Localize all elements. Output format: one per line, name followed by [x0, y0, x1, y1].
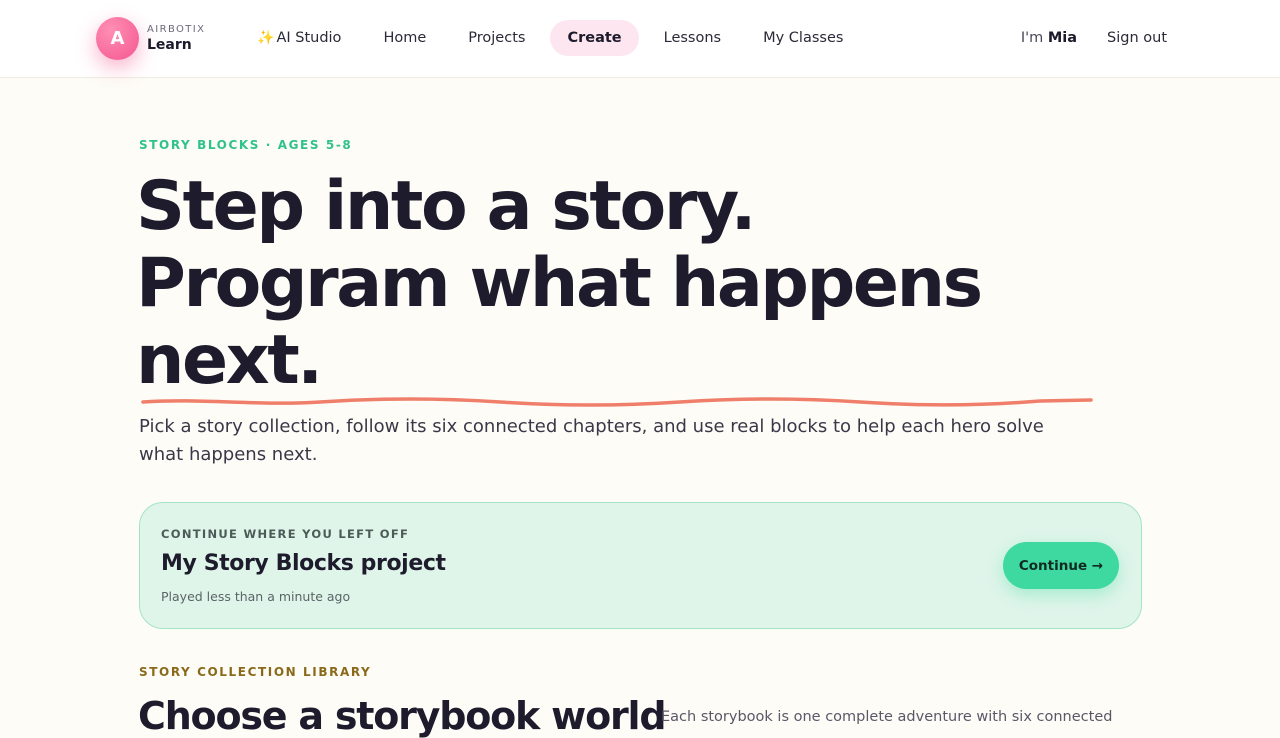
hero-eyebrow: STORY BLOCKS · AGES 5-8: [139, 138, 353, 152]
brand-name-large: Learn: [147, 37, 192, 53]
library-description: Each storybook is one complete adventure…: [661, 709, 1113, 725]
brand-logo: A: [96, 17, 139, 60]
continue-card: CONTINUE WHERE YOU LEFT OFF My Story Blo…: [139, 502, 1142, 629]
nav-ai-studio-label: AI Studio: [276, 30, 342, 46]
nav-create-label: Create: [567, 30, 622, 46]
squiggle-underline-decoration: [141, 397, 1093, 407]
hero-title: Step into a story. Program what happens …: [136, 168, 1136, 399]
hero-title-line-1: Step into a story.: [136, 167, 756, 246]
top-navigation-bar: A AIRBOTIX Learn ✨ AI Studio Home Projec…: [0, 0, 1280, 78]
library-eyebrow: STORY COLLECTION LIBRARY: [139, 665, 372, 679]
hero-title-line-2: Program what happens: [136, 244, 983, 323]
user-name: Mia: [1047, 30, 1078, 46]
greeting-prefix: I'm: [1020, 30, 1044, 46]
brand-text: AIRBOTIX Learn: [147, 24, 206, 53]
nav-ai-studio[interactable]: ✨ AI Studio: [240, 20, 358, 56]
continue-last-played: Played less than a minute ago: [161, 589, 351, 604]
nav-projects[interactable]: Projects: [451, 20, 542, 56]
user-greeting: I'm Mia: [1021, 30, 1077, 46]
user-area: I'm Mia Sign out: [1021, 20, 1167, 56]
nav-projects-label: Projects: [468, 30, 526, 46]
continue-project-title: My Story Blocks project: [161, 551, 446, 576]
hero-description: Pick a story collection, follow its six …: [139, 416, 1044, 465]
nav-create[interactable]: Create: [550, 20, 639, 56]
sign-out-link[interactable]: Sign out: [1107, 30, 1167, 46]
library-title: Choose a storybook world: [138, 694, 667, 738]
hero-title-line-3: next.: [136, 321, 323, 400]
nav-lessons-label: Lessons: [663, 30, 722, 46]
nav-my-classes-label: My Classes: [763, 30, 844, 46]
brand-name-small: AIRBOTIX: [147, 24, 206, 35]
nav-lessons[interactable]: Lessons: [647, 20, 738, 56]
continue-card-label: CONTINUE WHERE YOU LEFT OFF: [161, 527, 410, 541]
continue-button[interactable]: Continue →: [1003, 542, 1119, 589]
nav-home-label: Home: [383, 30, 427, 46]
main-nav: ✨ AI Studio Home Projects Create Lessons…: [240, 20, 868, 56]
nav-my-classes[interactable]: My Classes: [746, 20, 860, 56]
sparkles-icon: ✨: [257, 30, 275, 46]
nav-home[interactable]: Home: [366, 20, 443, 56]
brand[interactable]: A AIRBOTIX Learn: [96, 17, 205, 60]
